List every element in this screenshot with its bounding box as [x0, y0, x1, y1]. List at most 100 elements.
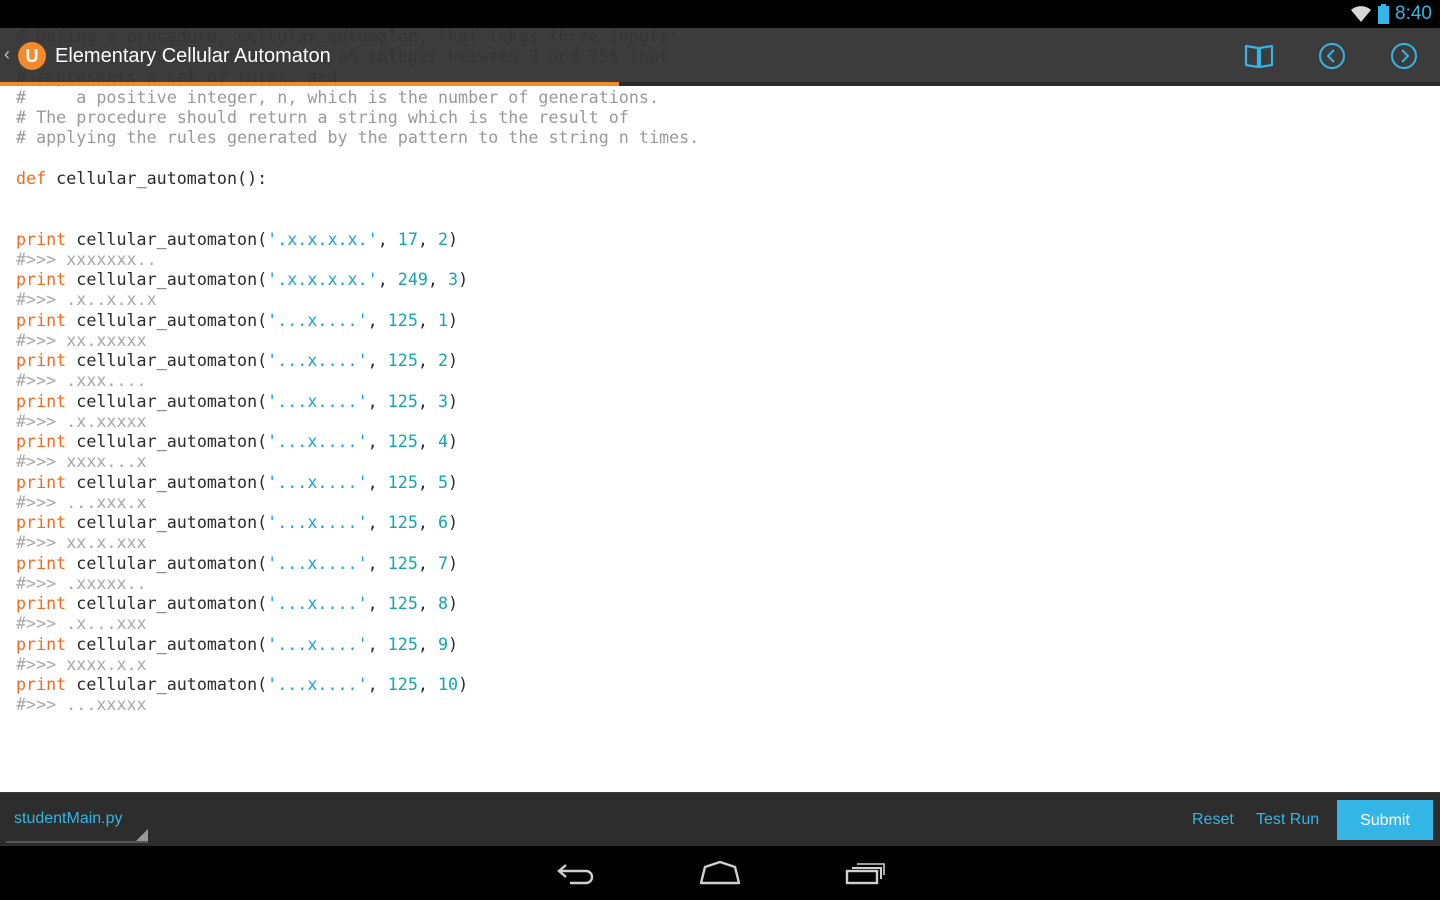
- code-editor[interactable]: # Define a procedure, cellular_automaton…: [0, 28, 1440, 792]
- code-token: 125: [387, 390, 418, 411]
- code-token: ,: [417, 390, 438, 411]
- code-line[interactable]: print cellular_automaton('...x....', 125…: [16, 431, 699, 451]
- system-nav-bar: [0, 846, 1440, 900]
- code-line[interactable]: #>>> ...xxxxx: [16, 694, 699, 714]
- submit-button[interactable]: Submit: [1337, 800, 1433, 840]
- code-token: cellular_automaton(: [66, 552, 268, 573]
- code-token: ,: [377, 269, 398, 289]
- book-icon[interactable]: [1244, 41, 1274, 71]
- code-token: 3: [448, 269, 459, 289]
- code-line[interactable]: def cellular_automaton():: [16, 168, 699, 188]
- up-navigation-icon[interactable]: ‹: [4, 44, 10, 64]
- code-token: ,: [417, 552, 438, 573]
- code-token: print: [16, 350, 67, 370]
- code-token: 3: [437, 390, 449, 411]
- code-token: '.x.x.x.x.': [267, 228, 378, 249]
- code-token: 17: [397, 228, 418, 249]
- code-token: # The procedure should return a string w…: [16, 107, 629, 127]
- code-line[interactable]: #>>> .x.xxxxx: [16, 411, 699, 431]
- code-line[interactable]: print cellular_automaton('.x.x.x.x.', 17…: [16, 229, 699, 249]
- code-line[interactable]: #>>> xxxx...x: [16, 451, 699, 471]
- code-line[interactable]: [16, 188, 699, 208]
- code-token: cellular_automaton(: [66, 633, 268, 654]
- code-token: '.x.x.x.x.': [267, 269, 378, 289]
- code-token: ,: [367, 390, 388, 411]
- code-line[interactable]: #>>> xx.x.xxx: [16, 532, 699, 552]
- progress-bar-fill: [0, 82, 620, 86]
- code-token: print: [16, 674, 67, 694]
- code-token: # applying the rules generated by the pa…: [16, 127, 700, 148]
- next-icon[interactable]: [1389, 41, 1419, 71]
- recent-apps-icon[interactable]: [835, 858, 895, 888]
- code-token: '...x....': [267, 674, 368, 694]
- code-line[interactable]: [16, 148, 699, 168]
- file-name: studentMain.py: [14, 810, 123, 827]
- code-token: ,: [377, 228, 398, 249]
- code-token: ,: [367, 593, 388, 613]
- status-icons: 8:40: [1350, 3, 1432, 25]
- code-token: 10: [437, 674, 459, 694]
- code-token: # a positive integer, n, which is the nu…: [16, 86, 659, 107]
- code-line[interactable]: #>>> xxxx.x.x: [16, 654, 699, 674]
- code-text[interactable]: # Define a procedure, cellular_automaton…: [16, 28, 699, 715]
- code-line[interactable]: print cellular_automaton('...x....', 125…: [16, 472, 699, 492]
- code-line[interactable]: print cellular_automaton('...x....', 125…: [16, 674, 699, 694]
- code-line[interactable]: print cellular_automaton('...x....', 125…: [16, 512, 699, 532]
- code-line[interactable]: print cellular_automaton('...x....', 125…: [16, 553, 699, 573]
- code-token: #>>> xx.x.xxx: [16, 532, 147, 553]
- code-token: 2: [437, 228, 449, 249]
- reset-button[interactable]: Reset: [1192, 809, 1234, 831]
- code-token: ): [458, 269, 469, 289]
- code-line[interactable]: #>>> ...xxx.x: [16, 492, 699, 512]
- code-token: ,: [417, 350, 438, 370]
- previous-icon[interactable]: [1317, 41, 1347, 71]
- code-token: ,: [367, 309, 388, 330]
- code-token: print: [16, 431, 67, 451]
- code-line[interactable]: print cellular_automaton('.x.x.x.x.', 24…: [16, 269, 699, 289]
- code-line[interactable]: #>>> .xxxxx..: [16, 573, 699, 593]
- code-token: print: [16, 390, 67, 411]
- code-line[interactable]: #>>> .x...xxx: [16, 613, 699, 633]
- code-token: 125: [387, 512, 418, 532]
- code-token: ): [448, 431, 459, 451]
- code-line[interactable]: [16, 208, 699, 228]
- code-token: '...x....': [267, 512, 368, 532]
- code-line[interactable]: #>>> xxxxxxx..: [16, 249, 699, 269]
- code-token: print: [16, 309, 67, 330]
- code-token: cellular_automaton(: [66, 350, 268, 370]
- code-line[interactable]: #>>> .x..x.x.x: [16, 289, 699, 309]
- code-token: print: [16, 633, 67, 654]
- code-line[interactable]: print cellular_automaton('...x....', 125…: [16, 391, 699, 411]
- code-token: ,: [417, 431, 438, 451]
- code-token: #>>> xxxxxxx..: [16, 248, 157, 269]
- code-token: ): [448, 390, 459, 411]
- code-line[interactable]: # The procedure should return a string w…: [16, 107, 699, 127]
- code-line[interactable]: #>>> xx.xxxxx: [16, 330, 699, 350]
- home-icon[interactable]: [690, 858, 750, 888]
- code-token: #>>> .xxxxx..: [16, 572, 147, 593]
- code-line[interactable]: print cellular_automaton('...x....', 125…: [16, 350, 699, 370]
- code-line[interactable]: #>>> .xxx....: [16, 370, 699, 390]
- code-token: '...x....': [267, 552, 368, 573]
- code-token: ,: [367, 350, 388, 370]
- code-token: ): [458, 674, 469, 694]
- back-icon[interactable]: [546, 858, 606, 888]
- code-line[interactable]: print cellular_automaton('...x....', 125…: [16, 634, 699, 654]
- code-token: #>>> ...xxxxx: [16, 694, 147, 715]
- code-token: 2: [437, 350, 449, 370]
- code-token: ,: [367, 512, 388, 532]
- code-token: ): [448, 552, 459, 573]
- code-token: ): [448, 512, 459, 532]
- code-line[interactable]: print cellular_automaton('...x....', 125…: [16, 310, 699, 330]
- code-token: cellular_automaton(: [66, 228, 268, 249]
- code-token: cellular_automaton(: [66, 471, 268, 492]
- code-line[interactable]: # a positive integer, n, which is the nu…: [16, 87, 699, 107]
- code-line[interactable]: # applying the rules generated by the pa…: [16, 127, 699, 147]
- code-token: 8: [437, 593, 449, 613]
- file-selector[interactable]: studentMain.py: [6, 803, 148, 843]
- code-line[interactable]: print cellular_automaton('...x....', 125…: [16, 593, 699, 613]
- code-token: cellular_automaton():: [46, 167, 268, 188]
- code-token: ,: [367, 552, 388, 573]
- test-run-button[interactable]: Test Run: [1256, 809, 1319, 831]
- app-logo[interactable]: U: [18, 42, 46, 70]
